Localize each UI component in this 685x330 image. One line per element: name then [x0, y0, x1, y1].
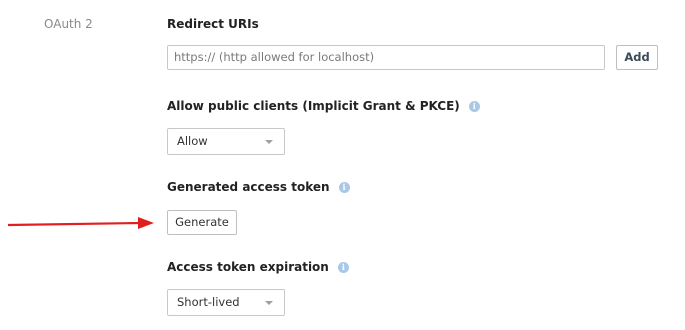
info-icon[interactable]: i — [468, 100, 480, 112]
public-clients-selected: Allow — [177, 134, 208, 148]
section-label: OAuth 2 — [44, 17, 93, 31]
token-expiration-heading: Access token expiration i — [167, 260, 349, 274]
public-clients-select[interactable]: Allow — [167, 128, 285, 155]
redirect-uris-label: Redirect URIs — [167, 17, 259, 31]
public-clients-heading: Allow public clients (Implicit Grant & P… — [167, 99, 480, 113]
add-redirect-uri-button[interactable]: Add — [616, 45, 658, 70]
redirect-uri-input[interactable]: https:// (http allowed for localhost) — [167, 45, 605, 70]
info-icon[interactable]: i — [337, 261, 349, 273]
access-token-heading: Generated access token i — [167, 180, 350, 194]
info-icon[interactable]: i — [338, 181, 350, 193]
token-expiration-select[interactable]: Short-lived — [167, 289, 285, 316]
access-token-label: Generated access token — [167, 180, 330, 194]
token-expiration-selected: Short-lived — [177, 295, 240, 309]
oauth2-settings-panel: OAuth 2 Redirect URIs https:// (http all… — [0, 0, 685, 330]
redirect-uris-heading: Redirect URIs — [167, 17, 259, 31]
generate-token-button[interactable]: Generate — [167, 210, 237, 235]
chevron-down-icon — [265, 301, 273, 305]
public-clients-label: Allow public clients (Implicit Grant & P… — [167, 99, 460, 113]
token-expiration-label: Access token expiration — [167, 260, 329, 274]
chevron-down-icon — [265, 140, 273, 144]
red-arrow-annotation — [8, 217, 154, 229]
